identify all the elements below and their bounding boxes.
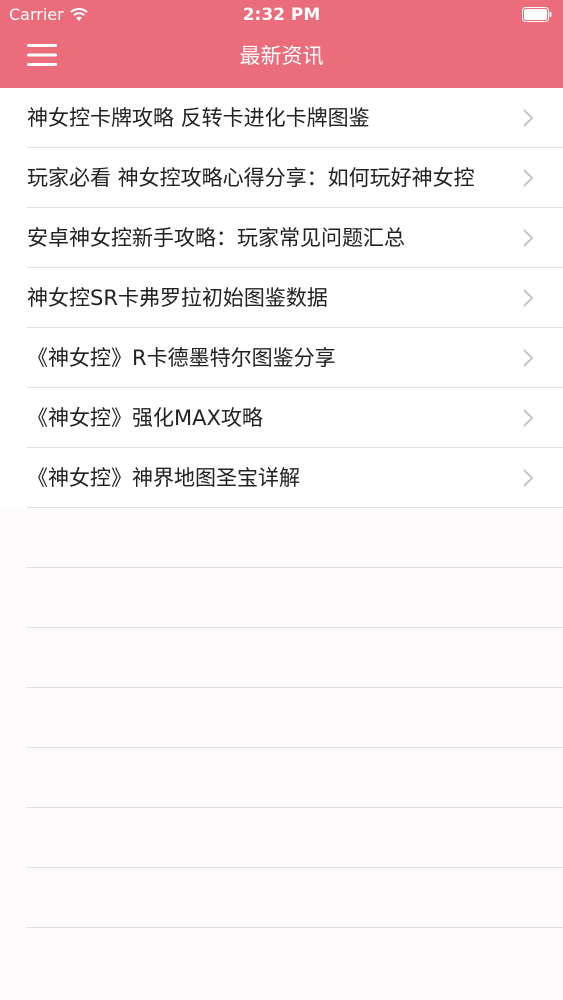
news-item-title: 《神女控》强化MAX攻略	[27, 406, 263, 430]
news-item-title: 神女控卡牌攻略 反转卡进化卡牌图鉴	[27, 106, 370, 130]
chevron-right-icon	[523, 409, 534, 427]
status-bar: Carrier 2:32 PM	[0, 0, 563, 30]
empty-list-row	[0, 508, 563, 568]
news-list-item[interactable]: 安卓神女控新手攻略：玩家常见问题汇总	[0, 208, 563, 268]
news-list: 神女控卡牌攻略 反转卡进化卡牌图鉴 玩家必看 神女控攻略心得分享：如何玩好神女控…	[0, 88, 563, 928]
empty-list-row	[0, 868, 563, 928]
news-item-title: 《神女控》R卡德墨特尔图鉴分享	[27, 346, 336, 370]
chevron-right-icon	[523, 229, 534, 247]
news-item-title: 安卓神女控新手攻略：玩家常见问题汇总	[27, 226, 405, 250]
news-item-title: 《神女控》神界地图圣宝详解	[27, 466, 300, 490]
page-title: 最新资讯	[239, 44, 324, 68]
chevron-right-icon	[523, 289, 534, 307]
news-list-item[interactable]: 《神女控》R卡德墨特尔图鉴分享	[0, 328, 563, 388]
chevron-right-icon	[523, 109, 534, 127]
chevron-right-icon	[523, 169, 534, 187]
empty-list-row	[0, 568, 563, 628]
battery-icon	[522, 7, 552, 22]
news-list-item[interactable]: 玩家必看 神女控攻略心得分享：如何玩好神女控	[0, 148, 563, 208]
chevron-right-icon	[523, 469, 534, 487]
chevron-right-icon	[523, 349, 534, 367]
news-list-item[interactable]: 《神女控》神界地图圣宝详解	[0, 448, 563, 508]
news-list-item[interactable]: 《神女控》强化MAX攻略	[0, 388, 563, 448]
empty-list-row	[0, 688, 563, 748]
news-list-item[interactable]: 神女控SR卡弗罗拉初始图鉴数据	[0, 268, 563, 328]
empty-list-row	[0, 628, 563, 688]
news-item-title: 神女控SR卡弗罗拉初始图鉴数据	[27, 286, 328, 310]
status-time: 2:32 PM	[242, 5, 321, 25]
empty-list-row	[0, 808, 563, 868]
news-item-title: 玩家必看 神女控攻略心得分享：如何玩好神女控	[27, 166, 475, 190]
news-list-item[interactable]: 神女控卡牌攻略 反转卡进化卡牌图鉴	[0, 88, 563, 148]
navigation-header: Carrier 2:32 PM 最新资讯	[0, 0, 563, 88]
empty-list-row	[0, 748, 563, 808]
hamburger-menu-icon[interactable]	[27, 44, 57, 66]
